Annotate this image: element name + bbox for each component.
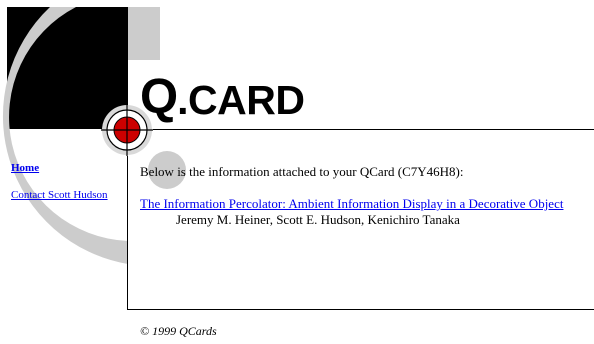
gray-arc-top (128, 7, 160, 60)
nav-home-link[interactable]: Home (11, 162, 116, 174)
paper-title-link[interactable]: The Information Percolator: Ambient Info… (140, 196, 563, 212)
nav-contact-link[interactable]: Contact Scott Hudson (11, 189, 116, 201)
copyright-footer: © 1999 QCards (140, 324, 217, 338)
logo-rest: .CARD (177, 77, 305, 123)
paper-authors: Jeremy M. Heiner, Scott E. Hudson, Kenic… (176, 212, 460, 227)
black-block (7, 7, 128, 129)
left-nav: Home Contact Scott Hudson (11, 162, 116, 201)
intro-text: Below is the information attached to you… (140, 164, 464, 179)
qcard-logo: Q .CARD (140, 62, 305, 124)
logo-q: Q (140, 70, 178, 124)
